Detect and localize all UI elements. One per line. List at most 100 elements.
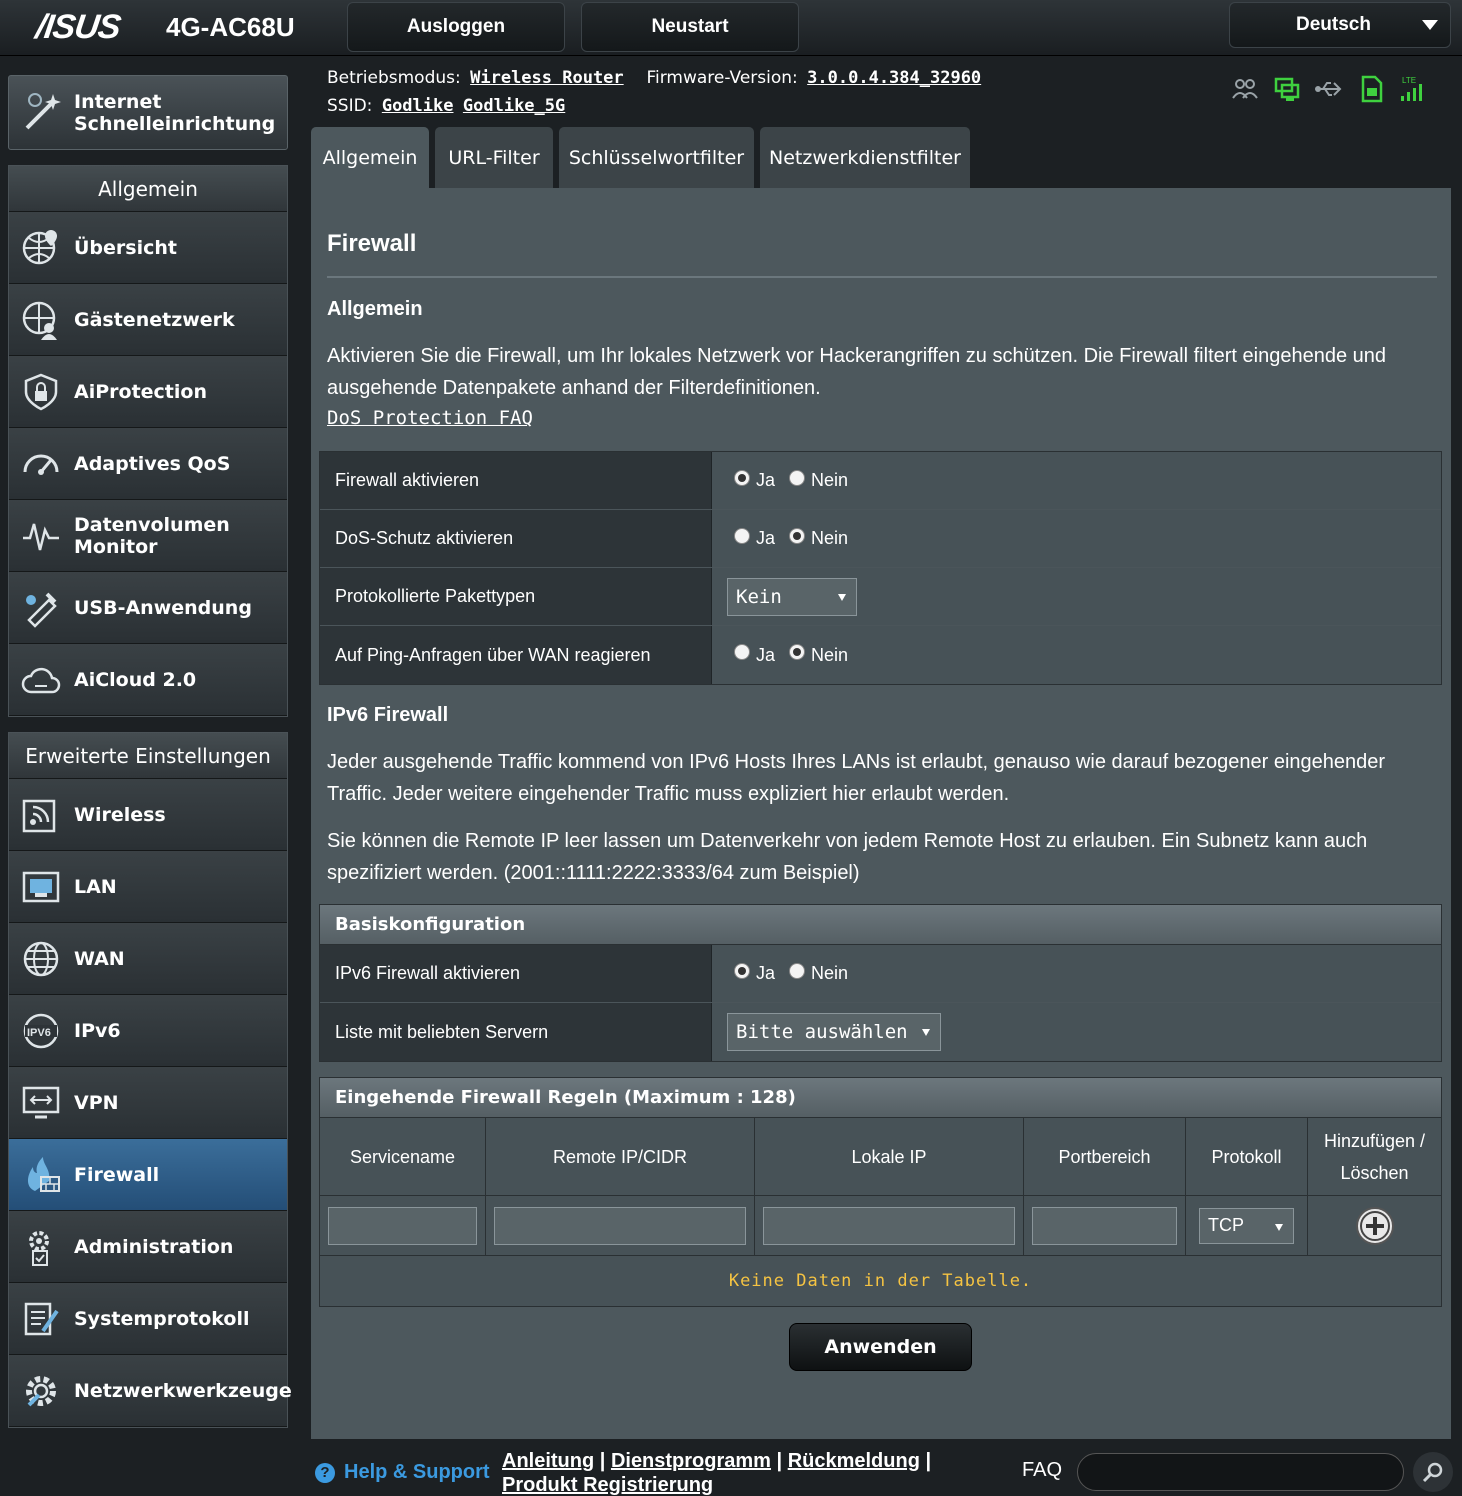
sidebar-item-qos[interactable]: Adaptives QoS [9, 428, 287, 500]
sidebar-item-label: AiCloud 2.0 [74, 668, 197, 691]
sidebar-item-label: WAN [74, 947, 125, 970]
basic-config-table: Basiskonfiguration IPv6 Firewall aktivie… [319, 904, 1442, 1062]
port-range-input[interactable] [1032, 1206, 1177, 1245]
radio-dos-no[interactable]: Nein [789, 527, 848, 549]
sidebar-item-usb-application[interactable]: USB-Anwendung [9, 572, 287, 644]
shield-lock-icon [24, 373, 58, 411]
ssid-link-5g[interactable]: Godlike_5G [463, 96, 565, 116]
ssid-label: SSID: [327, 96, 373, 116]
sidebar-item-vpn[interactable]: VPN [9, 1067, 287, 1139]
setting-label: Liste mit beliebten Servern [320, 1003, 712, 1061]
wireless-icon [22, 799, 56, 833]
faq-search-input[interactable] [1077, 1453, 1404, 1491]
mode-link[interactable]: Wireless Router [470, 68, 624, 88]
radio-checked[interactable] [789, 644, 806, 660]
sidebar-item-overview[interactable]: Übersicht [9, 212, 287, 284]
language-select[interactable]: Deutsch [1229, 2, 1451, 48]
title-divider [327, 276, 1437, 278]
feedback-link[interactable]: Rückmeldung [788, 1450, 920, 1472]
sidebar-item-traffic-monitor[interactable]: Datenvolumen Monitor [9, 500, 287, 572]
network-icon[interactable] [1272, 74, 1302, 104]
ipv6-heading: IPv6 Firewall [327, 704, 449, 726]
usb-icon[interactable] [1314, 74, 1344, 104]
admin-gear-icon [29, 1231, 49, 1266]
lte-signal-icon[interactable]: LTE [1398, 74, 1428, 104]
radio-ipv6-yes[interactable]: Ja [734, 962, 776, 984]
tab-url-filter[interactable]: URL-Filter [435, 127, 553, 188]
column-header: Portbereich [1024, 1118, 1186, 1195]
sidebar-item-guest-network[interactable]: Gästenetzwerk [9, 284, 287, 356]
reboot-button[interactable]: Neustart [581, 2, 799, 52]
status-icons: LTE [1230, 74, 1428, 104]
gauge-icon [23, 454, 59, 475]
sidebar-item-ipv6[interactable]: IPV6 IPv6 [9, 995, 287, 1067]
radio-dos-yes[interactable]: Ja [734, 527, 776, 549]
quick-setup-button[interactable]: Internet Schnelleinrichtung [8, 75, 288, 150]
footer: ? Help & Support Anleitung | Dienstprogr… [0, 1439, 1462, 1496]
top-bar: /ISUS 4G-AC68U Ausloggen Neustart Deutsc… [0, 0, 1462, 56]
firmware-label: Firmware-Version: [646, 68, 798, 88]
sidebar-advanced-title: Erweiterte Einstellungen [9, 733, 287, 779]
apply-button[interactable]: Anwenden [789, 1323, 972, 1371]
logout-button[interactable]: Ausloggen [347, 2, 565, 52]
radio-unchecked[interactable] [789, 469, 806, 486]
radio-checked[interactable] [734, 469, 750, 486]
search-icon [1422, 1462, 1443, 1483]
magic-wand-icon [25, 93, 61, 130]
radio-unchecked[interactable] [789, 962, 806, 979]
sidebar-item-label: Wireless [74, 803, 166, 826]
add-circle-icon[interactable] [1355, 1206, 1395, 1246]
protocol-select[interactable]: TCP [1199, 1207, 1294, 1244]
sidebar-general-group: Allgemein Übersicht Gästenetzwerk AiProt… [8, 165, 288, 717]
radio-label: Ja [756, 528, 776, 548]
sidebar-item-wan[interactable]: WAN [9, 923, 287, 995]
tab-general[interactable]: Allgemein [311, 127, 429, 189]
chevron-down-icon [838, 593, 846, 601]
sidebar-item-label: Firewall [74, 1163, 160, 1186]
sidebar-item-administration[interactable]: Administration [9, 1211, 287, 1283]
popular-servers-select[interactable]: Bitte auswählen [727, 1013, 941, 1051]
help-support[interactable]: ? Help & Support [315, 1461, 490, 1484]
sidebar-item-aiprotection[interactable]: AiProtection [9, 356, 287, 428]
page-title: Firewall [327, 230, 417, 257]
radio-checked[interactable] [734, 962, 750, 979]
sidebar-item-lan[interactable]: LAN [9, 851, 287, 923]
sidebar-item-system-log[interactable]: Systemprotokoll [9, 1283, 287, 1355]
sidebar-item-network-tools[interactable]: Netzwerkwerkzeuge [9, 1355, 292, 1427]
clients-icon[interactable] [1230, 74, 1260, 104]
product-registration-link[interactable]: Produkt Registrierung [502, 1474, 713, 1496]
utility-link[interactable]: Dienstprogramm [611, 1450, 771, 1472]
service-name-input[interactable] [328, 1206, 477, 1245]
radio-unchecked[interactable] [734, 644, 750, 660]
tab-network-service-filter[interactable]: Netzwerkdienstfilter [760, 127, 970, 188]
column-header: Servicename [320, 1118, 486, 1195]
sidebar-item-aicloud[interactable]: AiCloud 2.0 [9, 644, 287, 716]
setting-row-ipv6-firewall: IPv6 Firewall aktivieren Ja Nein [320, 945, 1441, 1003]
search-button[interactable] [1413, 1452, 1453, 1492]
empty-table-message: Keine Daten in der Tabelle. [728, 1271, 1033, 1291]
local-ip-input[interactable] [763, 1206, 1015, 1245]
logged-packet-type-select[interactable]: Kein [727, 577, 857, 616]
sidebar-item-wireless[interactable]: Wireless [9, 779, 287, 851]
firmware-link[interactable]: 3.0.0.4.384_32960 [807, 68, 981, 88]
setting-row-logged-packets: Protokollierte Pakettypen Kein [320, 568, 1441, 626]
radio-label: Ja [756, 963, 776, 983]
radio-firewall-yes[interactable]: Ja [734, 469, 775, 491]
remote-ip-input[interactable] [494, 1206, 746, 1245]
ssid-link-2g[interactable]: Godlike [382, 96, 454, 116]
tab-keyword-filter[interactable]: Schlüsselwortfilter [559, 127, 754, 188]
sim-icon[interactable] [1356, 74, 1386, 104]
radio-ipv6-no[interactable]: Nein [789, 962, 849, 984]
manual-link[interactable]: Anleitung [502, 1450, 594, 1472]
sidebar-item-label: Adaptives QoS [74, 452, 231, 475]
radio-ping-yes[interactable]: Ja [734, 644, 775, 666]
sidebar-item-firewall[interactable]: Firewall [9, 1139, 287, 1211]
radio-firewall-no[interactable]: Nein [789, 469, 848, 491]
radio-label: Nein [811, 963, 849, 983]
table-header-row: Servicename Remote IP/CIDR Lokale IP Por… [320, 1118, 1441, 1196]
dos-faq-link[interactable]: DoS Protection FAQ [327, 407, 533, 429]
radio-ping-no[interactable]: Nein [789, 644, 848, 666]
radio-checked[interactable] [789, 527, 806, 544]
column-header: Lokale IP [755, 1118, 1024, 1195]
radio-unchecked[interactable] [734, 527, 750, 544]
